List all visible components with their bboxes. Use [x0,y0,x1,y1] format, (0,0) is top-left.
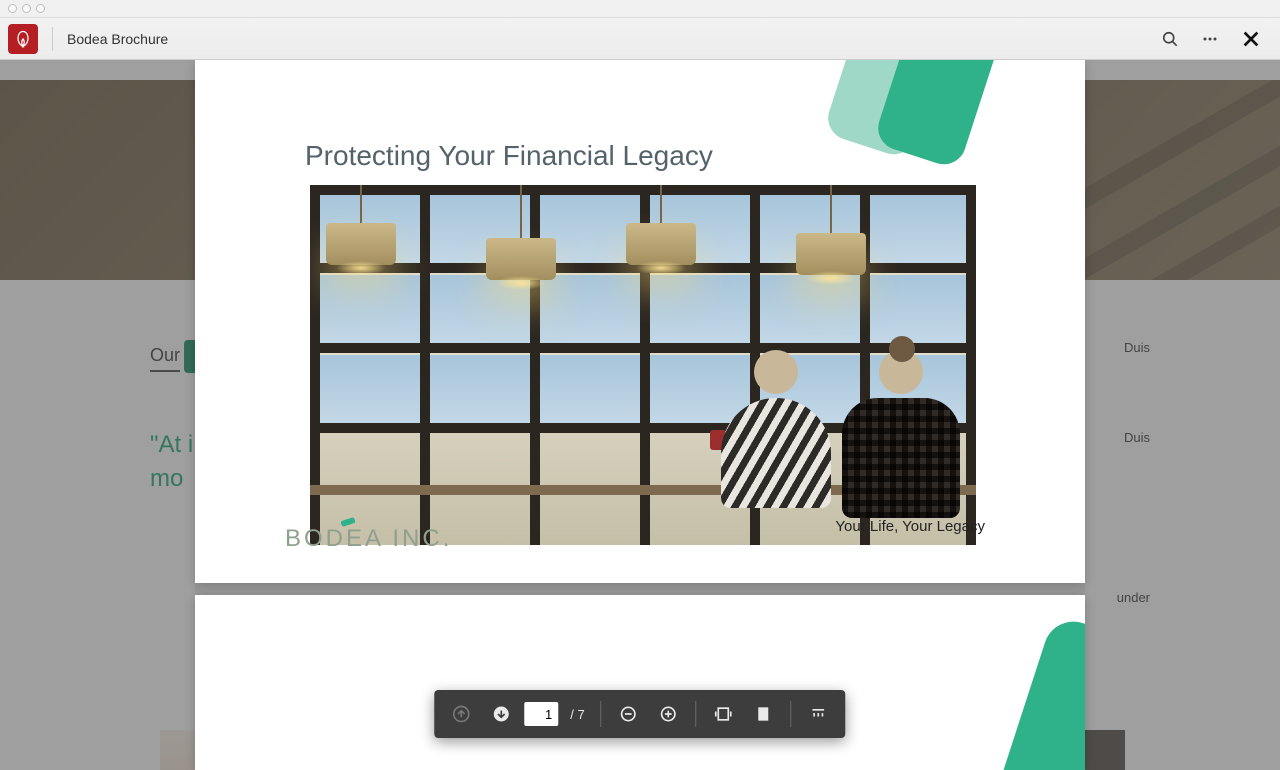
zoom-out-icon[interactable] [612,697,646,731]
pdf-toolbar: / 7 [434,690,845,738]
next-page-icon[interactable] [484,697,518,731]
maximize-window-dot[interactable] [36,4,45,13]
minimize-window-dot[interactable] [22,4,31,13]
document-heading: Protecting Your Financial Legacy [305,140,713,172]
toolbar-separator [601,701,602,727]
company-logo: BODEA INC. [285,525,452,553]
pdf-page-1[interactable]: Protecting Your Financial Legacy [195,60,1085,583]
toolbar-separator [696,701,697,727]
window-chrome [0,0,1280,18]
previous-page-icon [444,697,478,731]
toolbar-divider [52,27,53,51]
page-total-label: / 7 [570,707,584,722]
tagline: Your Life, Your Legacy [835,518,985,535]
document-title: Bodea Brochure [67,31,168,47]
zoom-in-icon[interactable] [652,697,686,731]
acrobat-app-icon [8,24,38,54]
pdf-viewer: Protecting Your Financial Legacy [195,60,1085,770]
main-viewport: ntacts Our Duis Duis ▮ "At i mo under ru… [0,60,1280,770]
fit-width-icon[interactable] [707,697,741,731]
close-icon[interactable] [1240,28,1262,50]
top-toolbar: Bodea Brochure [0,18,1280,60]
accent-shape-page2 [962,614,1085,770]
search-icon[interactable] [1160,29,1180,49]
page-number-input[interactable] [524,702,558,726]
pdf-page-2[interactable] [195,595,1085,770]
fit-page-icon[interactable] [747,697,781,731]
close-window-dot[interactable] [8,4,17,13]
more-options-icon[interactable] [1200,29,1220,49]
dock-toolbar-icon[interactable] [802,697,836,731]
toolbar-separator [791,701,792,727]
hero-photo [310,185,976,545]
company-logo-text: BODEA INC. [285,525,452,553]
